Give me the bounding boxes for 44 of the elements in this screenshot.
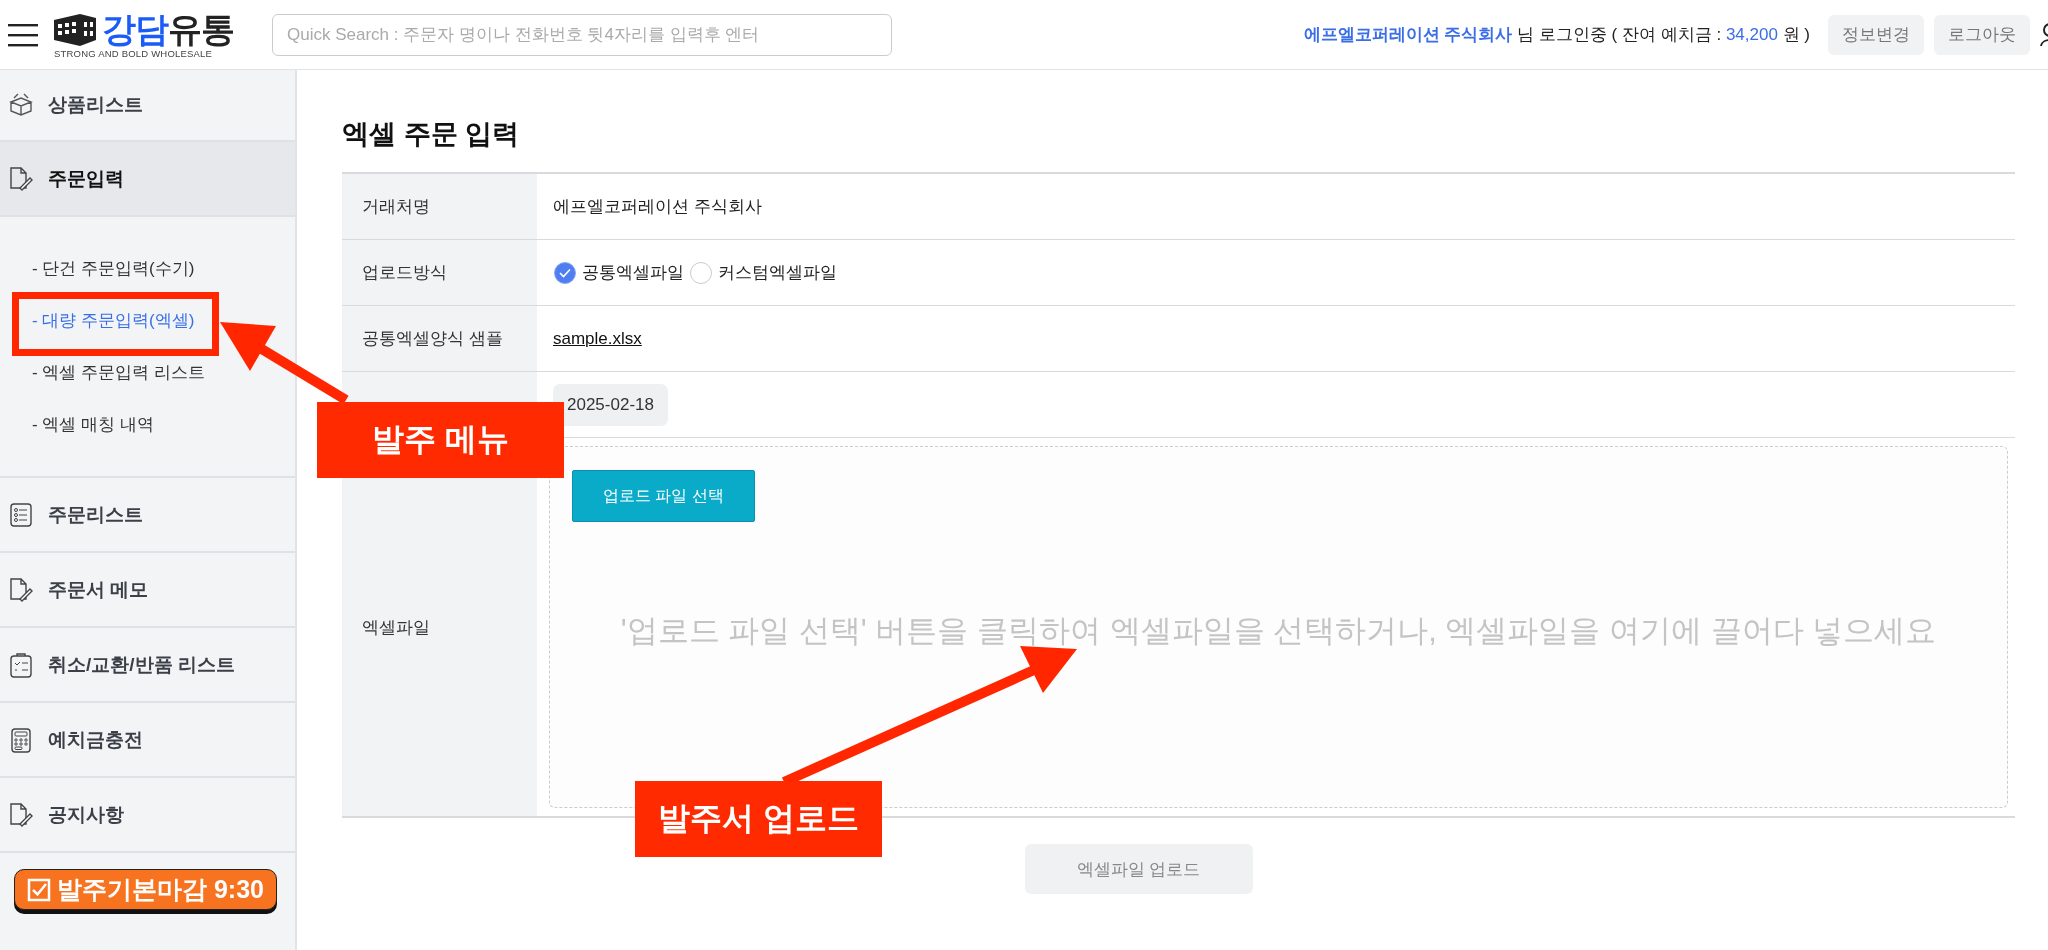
document-pen-icon	[8, 165, 34, 192]
document-pen-icon	[8, 576, 34, 603]
checkbox-icon	[27, 877, 51, 902]
edit-profile-button[interactable]: 정보변경	[1828, 14, 1924, 55]
callout-label: 발주서 업로드	[635, 781, 882, 857]
form-label: 업로드방식	[342, 240, 537, 306]
menu-label: 주문리스트	[48, 502, 143, 527]
badge-text: 발주기본마감 9:30	[57, 874, 264, 905]
clipboard-icon	[8, 651, 34, 678]
drop-hint: '업로드 파일 선택' 버튼을 클릭하여 엑셀파일을 선택하거나, 엑셀파일을 여기에 끌어다 넣으세요	[619, 612, 1938, 650]
form-label: 거래처명	[342, 174, 537, 240]
menu-label: 예치금충전	[48, 727, 143, 752]
login-status: 에프엘코퍼레이션 주식회사 님 로그인중 ( 잔여 예치금 : 34,200 원 )	[1303, 24, 1810, 46]
form-value: 에프엘코퍼레이션 주식회사	[553, 196, 762, 218]
list-icon	[8, 501, 34, 528]
date-field[interactable]: 2025-02-18	[553, 383, 668, 426]
logo-wordmark: 강담유통	[102, 11, 234, 47]
submenu-item[interactable]: - 엑셀 주문입력 리스트	[32, 361, 205, 385]
submenu-item[interactable]: - 엑셀 매칭 내역	[32, 413, 154, 437]
logo-tagline: STRONG AND BOLD WHOLESALE	[54, 48, 213, 59]
search-field[interactable]: Quick Search : 주문자 명이나 전화번호 뒷4자리를 입력후 엔터	[272, 13, 892, 56]
submenu-item[interactable]: - 대량 주문입력(엑셀)	[32, 309, 195, 333]
sample-file-link[interactable]: sample.xlsx	[553, 328, 642, 349]
check-icon	[559, 267, 571, 278]
menu-label: 취소/교환/반품 리스트	[48, 652, 235, 677]
menu-label: 공지사항	[48, 802, 124, 827]
user-icon	[2040, 21, 2048, 48]
logout-button[interactable]: 로그아웃	[1934, 14, 2030, 55]
document-pen-icon	[8, 801, 34, 828]
radio-button[interactable]	[690, 261, 712, 284]
submenu-item[interactable]: - 단건 주문입력(수기)	[32, 257, 195, 281]
sidebar-menu-item[interactable]: 주문입력	[0, 142, 295, 217]
radio-label: 커스텀엑셀파일	[718, 262, 837, 284]
menu-icon	[8, 21, 38, 48]
menu-label: 상품리스트	[48, 93, 143, 117]
box-icon	[8, 92, 34, 118]
menu-label: 주문입력	[48, 166, 124, 191]
page-title: 엑셀 주문 입력	[342, 118, 520, 151]
menu-label: 주문서 메모	[48, 577, 149, 602]
callout-label: 발주 메뉴	[317, 402, 564, 478]
radio-label: 공통엑셀파일	[582, 262, 684, 284]
radio-button[interactable]	[554, 261, 576, 284]
calculator-icon	[8, 726, 34, 753]
form-label: 공통엑셀양식 샘플	[342, 306, 537, 372]
